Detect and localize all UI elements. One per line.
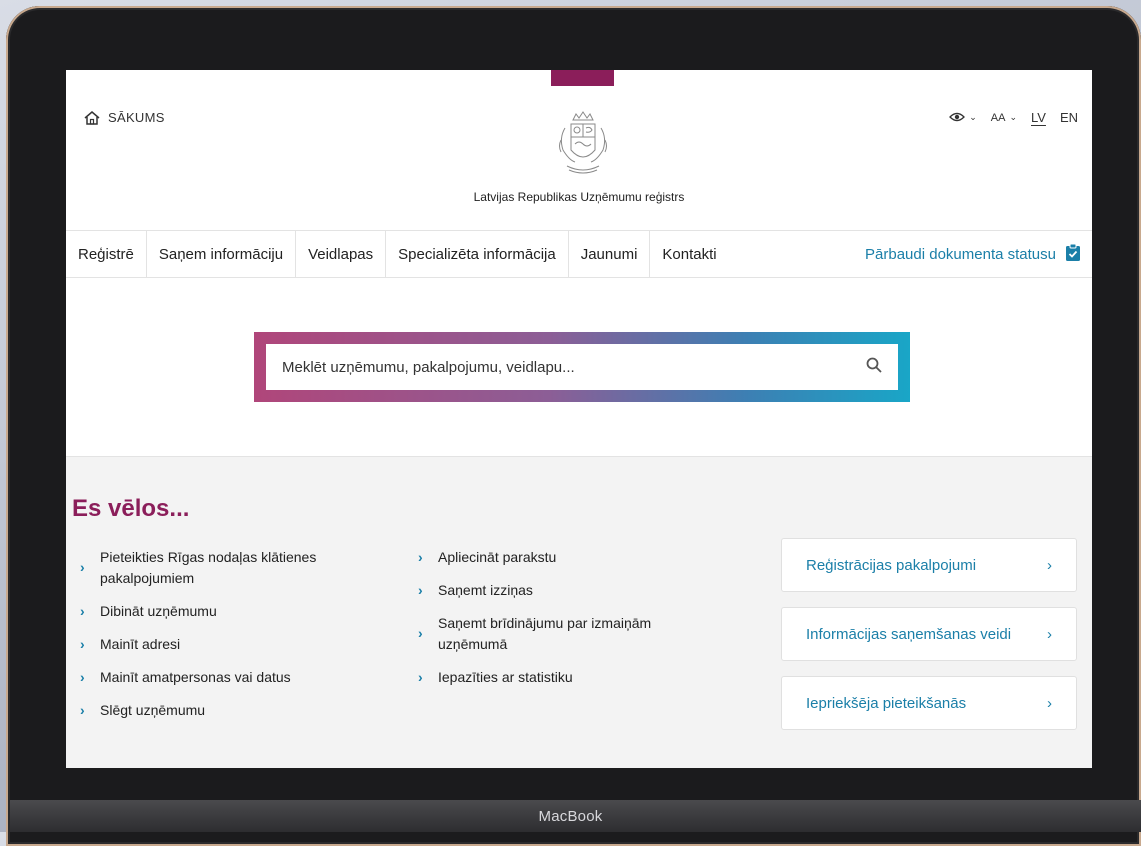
browser-viewport: SĀKUMS Latvijas Republikas Uzņēmumu reģi… (66, 70, 1092, 768)
chevron-right-icon: › (80, 603, 85, 619)
home-link[interactable]: SĀKUMS (84, 110, 165, 125)
nav-item-kontakti[interactable]: Kontakti (650, 231, 728, 277)
home-icon (84, 110, 100, 125)
list-item-label: Saņemt brīdinājumu par izmaiņām uzņēmumā (438, 615, 652, 652)
font-size-toggle[interactable]: AA ⌄ (991, 112, 1017, 124)
coat-of-arms-logo (543, 106, 623, 186)
search-box (254, 332, 910, 402)
main-navigation: Reģistrē Saņem informāciju Veidlapas Spe… (66, 230, 1092, 278)
language-en[interactable]: EN (1060, 110, 1078, 125)
list-item[interactable]: › Mainīt amatpersonas vai datus (80, 667, 380, 688)
list-item[interactable]: › Apliecināt parakstu (418, 547, 718, 568)
clipboard-check-icon (1066, 243, 1080, 265)
chevron-right-icon: › (80, 636, 85, 652)
list-item[interactable]: › Iepazīties ar statistiku (418, 667, 718, 688)
list-item-label: Saņemt izziņas (438, 582, 533, 598)
home-label: SĀKUMS (108, 110, 165, 125)
list-item[interactable]: › Pieteikties Rīgas nodaļas klātienes pak… (80, 547, 380, 589)
list-item-label: Mainīt amatpersonas vai datus (100, 669, 291, 685)
list-item[interactable]: › Mainīt adresi (80, 634, 380, 655)
nav-item-specializeta-informacija[interactable]: Specializēta informācija (386, 231, 569, 277)
list-item-label: Pieteikties Rīgas nodaļas klātienes paka… (100, 549, 317, 586)
list-item-label: Apliecināt parakstu (438, 549, 557, 565)
chevron-right-icon: › (1047, 556, 1052, 574)
device-label: MacBook (538, 808, 603, 825)
card-label: Informācijas saņemšanas veidi (806, 625, 1012, 643)
search-icon[interactable] (866, 357, 882, 378)
brand-top-mark (551, 70, 614, 86)
chevron-right-icon: › (418, 625, 423, 641)
list-item[interactable]: › Dibināt uzņēmumu (80, 601, 380, 622)
nav-item-registre[interactable]: Reģistrē (66, 231, 147, 277)
card-label: Iepriekšēja pieteikšanās (806, 694, 967, 712)
chevron-right-icon: › (80, 702, 85, 718)
chevron-right-icon: › (80, 669, 85, 685)
i-want-column-2: › Apliecināt parakstu › Saņemt izziņas › Sa… (418, 547, 718, 700)
list-item-label: Dibināt uzņēmumu (100, 603, 217, 619)
chevron-right-icon: › (80, 559, 85, 575)
card-label: Reģistrācijas pakalpojumi (806, 556, 977, 574)
language-lv[interactable]: LV (1031, 110, 1046, 125)
list-item[interactable]: › Saņemt izziņas (418, 580, 718, 601)
chevron-right-icon: › (1047, 694, 1052, 712)
chevron-right-icon: › (418, 582, 423, 598)
check-status-label: Pārbaudi dokumenta statusu (865, 245, 1056, 263)
chevron-down-icon: ⌄ (1009, 112, 1017, 122)
nav-item-sanem-informaciju[interactable]: Saņem informāciju (147, 231, 297, 277)
check-document-status-link[interactable]: Pārbaudi dokumenta statusu (865, 243, 1080, 265)
list-item-label: Iepazīties ar statistiku (438, 669, 573, 685)
card-registration-services[interactable]: Reģistrācijas pakalpojumi › (781, 538, 1077, 592)
organization-name: Latvijas Republikas Uzņēmumu reģistrs (473, 190, 685, 204)
i-want-column-1: › Pieteikties Rīgas nodaļas klātienes pak… (80, 547, 380, 733)
chevron-right-icon: › (1047, 625, 1052, 643)
list-item[interactable]: › Slēgt uzņēmumu (80, 700, 380, 721)
list-item[interactable]: › Saņemt brīdinājumu par izmaiņām uzņēmum… (418, 613, 718, 655)
card-pre-registration[interactable]: Iepriekšēja pieteikšanās › (781, 676, 1077, 730)
chevron-right-icon: › (418, 669, 423, 685)
font-size-label: AA (990, 111, 1006, 124)
section-title: Es vēlos... (72, 495, 190, 522)
quick-links-cards: Reģistrācijas pakalpojumi › Informācijas … (781, 538, 1077, 745)
utility-controls: ⌄ AA ⌄ LV EN (949, 110, 1078, 125)
card-information-methods[interactable]: Informācijas saņemšanas veidi › (781, 607, 1077, 661)
chevron-right-icon: › (418, 549, 423, 565)
search-field (266, 344, 898, 390)
search-input[interactable] (280, 357, 844, 377)
list-item-label: Slēgt uzņēmumu (100, 702, 206, 718)
list-item-label: Mainīt adresi (100, 636, 181, 652)
chevron-down-icon: ⌄ (969, 112, 977, 122)
nav-item-jaunumi[interactable]: Jaunumi (569, 231, 651, 277)
i-want-section: Es vēlos... › Pieteikties Rīgas nodaļas k… (66, 456, 1092, 768)
nav-item-veidlapas[interactable]: Veidlapas (296, 231, 387, 277)
eye-icon (949, 111, 966, 125)
visibility-toggle[interactable]: ⌄ (949, 111, 977, 125)
